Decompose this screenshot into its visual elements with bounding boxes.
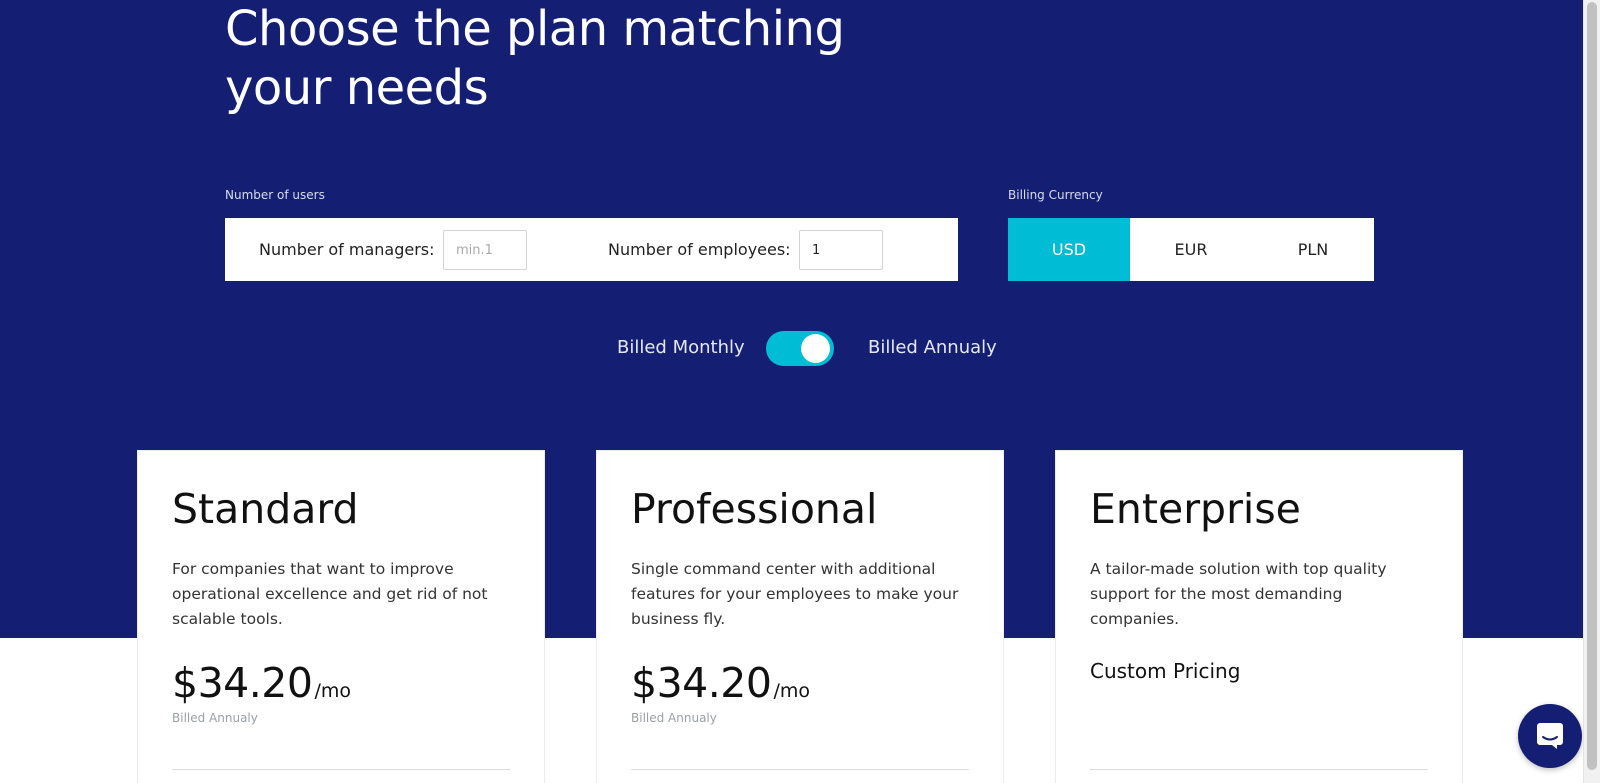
employees-input[interactable] <box>799 230 883 270</box>
plan-title: Standard <box>172 485 359 533</box>
chat-widget-button[interactable] <box>1518 704 1582 768</box>
plan-price: $34.20 /mo <box>172 659 510 707</box>
price-amount: $34.20 <box>172 659 313 707</box>
plan-card-professional: Professional Single command center with … <box>596 450 1004 783</box>
managers-label: Number of managers: <box>259 240 435 259</box>
billing-period-toggle[interactable] <box>766 331 834 366</box>
users-panel: Number of managers: Number of employees: <box>225 218 958 281</box>
price-amount: $34.20 <box>631 659 772 707</box>
page-title-line2: your needs <box>225 60 489 116</box>
plan-card-standard: Standard For companies that want to impr… <box>137 450 545 783</box>
card-divider <box>631 769 969 770</box>
plan-description: For companies that want to improve opera… <box>172 560 488 628</box>
plan-title: Enterprise <box>1090 485 1301 533</box>
plan-card-enterprise: Enterprise A tailor-made solution with t… <box>1055 450 1463 783</box>
page-scrollbar[interactable] <box>1583 0 1600 783</box>
plan-description: Single command center with additional fe… <box>631 560 959 628</box>
scrollbar-thumb[interactable] <box>1587 2 1597 770</box>
plan-title: Professional <box>631 485 878 533</box>
billing-note: Billed Annualy <box>172 711 258 725</box>
pricing-page: Choose the plan matching your needs Numb… <box>0 0 1600 783</box>
currency-pln-button[interactable]: PLN <box>1252 218 1374 281</box>
card-divider <box>172 769 510 770</box>
billing-note: Billed Annualy <box>631 711 717 725</box>
price-unit: /mo <box>314 680 352 702</box>
chat-bubble-icon <box>1533 717 1567 755</box>
currency-usd-button[interactable]: USD <box>1008 218 1130 281</box>
card-divider <box>1090 769 1428 770</box>
toggle-knob <box>801 334 830 363</box>
page-title: Choose the plan matching your needs <box>225 0 925 118</box>
page-title-line1: Choose the plan matching <box>225 1 845 57</box>
managers-input[interactable] <box>443 230 527 270</box>
price-unit: /mo <box>773 680 811 702</box>
billed-annually-label[interactable]: Billed Annualy <box>868 337 997 358</box>
billed-monthly-label[interactable]: Billed Monthly <box>617 337 745 358</box>
currency-section-label: Billing Currency <box>1008 188 1103 202</box>
plan-price: $34.20 /mo <box>631 659 969 707</box>
plan-description: A tailor-made solution with top quality … <box>1090 560 1387 628</box>
users-section-label: Number of users <box>225 188 325 202</box>
currency-selector: USD EUR PLN <box>1008 218 1374 281</box>
employees-label: Number of employees: <box>608 240 791 259</box>
custom-pricing-label: Custom Pricing <box>1090 659 1241 683</box>
currency-eur-button[interactable]: EUR <box>1130 218 1252 281</box>
